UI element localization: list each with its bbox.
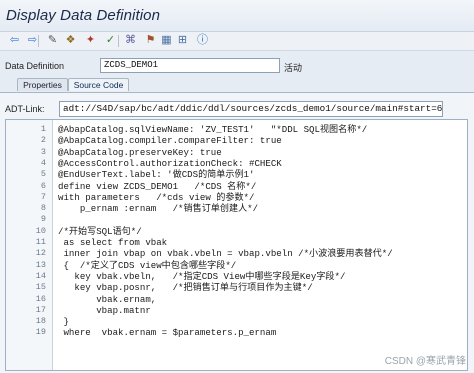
- code-text[interactable]: vbap.matnr: [58, 305, 151, 316]
- code-line: 1 @AbapCatalog.sqlViewName: 'ZV_TEST1' "*…: [6, 124, 467, 135]
- source-code-editor[interactable]: 1 @AbapCatalog.sqlViewName: 'ZV_TEST1' "*…: [5, 119, 468, 371]
- watermark: CSDN @寒武青锋: [384, 356, 466, 367]
- toolbar-separator: [38, 35, 39, 47]
- line-number: 12: [35, 248, 46, 259]
- where-used-icon[interactable]: ⌘: [124, 34, 137, 47]
- line-number: 18: [35, 316, 46, 327]
- code-line: 9: [6, 214, 467, 225]
- title-bar: Display Data Definition: [0, 0, 474, 32]
- code-line: 15 key vbap.posnr, /*把销售订单与行项目作为主键*/: [6, 282, 467, 293]
- code-line: 3 @AbapCatalog.preserveKey: true: [6, 146, 467, 158]
- adt-link-label: ADT-Link:: [5, 104, 45, 114]
- line-number: 1: [40, 124, 46, 134]
- tab-strip: Properties Source Code: [0, 78, 474, 92]
- toolbar-separator: [118, 35, 119, 47]
- line-number: 4: [40, 157, 46, 168]
- code-text[interactable]: key vbap.posnr, /*把销售订单与行项目作为主键*/: [58, 282, 312, 293]
- code-line: 8 p_ernam :ernam /*销售订单创建人*/: [6, 203, 467, 214]
- application-toolbar: ⇦ ⇨ ✎ ❖ ✦ ✓ ⌘ ⚑ ▦ ⊞ ⓘ: [0, 32, 474, 51]
- code-text[interactable]: @AccessControl.authorizationCheck: #CHEC…: [58, 158, 282, 169]
- data-definition-field[interactable]: ZCDS_DEMO1: [100, 58, 280, 73]
- code-text[interactable]: @EndUserText.label: '做CDS的简单示例1': [58, 169, 254, 180]
- code-text[interactable]: { /*定义了CDS view中包含哪些字段*/: [58, 260, 236, 271]
- display-change-icon[interactable]: ✎: [46, 34, 59, 47]
- code-text[interactable]: /*开始写SQL语句*/: [58, 226, 142, 237]
- adt-link-row: ADT-Link: adt://S4D/sap/bc/adt/ddic/ddl/…: [0, 101, 474, 117]
- code-line: 13 { /*定义了CDS view中包含哪些字段*/: [6, 259, 467, 271]
- code-line: 6 define view ZCDS_DEMO1 /*CDS 名称*/: [6, 180, 467, 192]
- data-definition-row: Data Definition ZCDS_DEMO1 活动: [0, 57, 474, 77]
- check-icon[interactable]: ✓: [104, 34, 117, 47]
- other-object-icon[interactable]: ❖: [64, 34, 77, 47]
- line-number: 10: [35, 225, 46, 236]
- code-line: 4 @AccessControl.authorizationCheck: #CHE…: [6, 157, 467, 169]
- line-number: 9: [40, 214, 46, 225]
- code-text[interactable]: p_ernam :ernam /*销售订单创建人*/: [58, 203, 258, 214]
- line-number: 2: [40, 135, 46, 146]
- line-number: 13: [35, 259, 46, 270]
- code-line: 17 vbap.matnr: [6, 304, 467, 316]
- code-line: 16 vbak.ernam,: [6, 293, 467, 305]
- code-text[interactable]: @AbapCatalog.compiler.compareFilter: tru…: [58, 135, 282, 146]
- line-number: 5: [40, 169, 46, 180]
- code-text[interactable]: @AbapCatalog.sqlViewName: 'ZV_TEST1' "*D…: [58, 124, 367, 135]
- code-text[interactable]: as select from vbak: [58, 237, 167, 248]
- code-text[interactable]: where vbak.ernam = $parameters.p_ernam: [58, 327, 276, 338]
- activation-status: 活动: [284, 63, 303, 73]
- display-object-list-icon[interactable]: ▦: [160, 34, 173, 47]
- code-line: 19 where vbak.ernam = $parameters.p_erna…: [6, 327, 467, 338]
- line-number: 11: [35, 237, 46, 247]
- adt-link-field[interactable]: adt://S4D/sap/bc/adt/ddic/ddl/sources/zc…: [59, 101, 443, 117]
- code-line: 18 }: [6, 316, 467, 327]
- code-text[interactable]: key vbak.vbeln, /*指定CDS View中哪些字段是Key字段*…: [58, 271, 345, 282]
- line-number: 7: [40, 191, 46, 202]
- data-definition-label: Data Definition: [5, 61, 65, 71]
- code-text[interactable]: vbak.ernam,: [58, 294, 156, 305]
- activate-icon[interactable]: ✦: [84, 34, 97, 47]
- window-title: Display Data Definition: [6, 7, 161, 24]
- code-line: 7 with parameters /*cds view 的参数*/: [6, 191, 467, 203]
- code-text[interactable]: define view ZCDS_DEMO1 /*CDS 名称*/: [58, 181, 256, 192]
- test-icon[interactable]: ⚑: [144, 34, 157, 47]
- code-line: 11 as select from vbak: [6, 237, 467, 248]
- code-text[interactable]: }: [58, 316, 68, 327]
- info-icon[interactable]: ⓘ: [196, 34, 209, 47]
- line-number: 8: [40, 203, 46, 214]
- code-line: 14 key vbak.vbeln, /*指定CDS View中哪些字段是Key…: [6, 270, 467, 282]
- code-line: 5 @EndUserText.label: '做CDS的简单示例1': [6, 169, 467, 180]
- sap-gui-window: Display Data Definition ⇦ ⇨ ✎ ❖ ✦ ✓ ⌘ ⚑ ▦ ⊞ ⓘ Data…: [0, 0, 474, 373]
- code-line: 2 @AbapCatalog.compiler.compareFilter: tr…: [6, 135, 467, 146]
- code-text[interactable]: with parameters /*cds view 的参数*/: [58, 192, 254, 203]
- code-text[interactable]: @AbapCatalog.preserveKey: true: [58, 147, 222, 158]
- line-number: 17: [35, 304, 46, 315]
- line-number: 16: [35, 293, 46, 304]
- line-number: 14: [35, 270, 46, 281]
- code-text[interactable]: inner join vbap on vbak.vbeln = vbap.vbe…: [58, 248, 392, 259]
- hierarchy-icon[interactable]: ⊞: [176, 34, 189, 47]
- line-number: 15: [35, 282, 46, 293]
- code-line: 12 inner join vbap on vbak.vbeln = vbap.…: [6, 248, 467, 259]
- code-line: 10 /*开始写SQL语句*/: [6, 225, 467, 237]
- line-number: 3: [40, 146, 46, 157]
- line-number: 19: [35, 327, 46, 338]
- back-arrow-icon[interactable]: ⇦: [8, 34, 21, 47]
- line-number: 6: [40, 180, 46, 191]
- tab-source-code[interactable]: Source Code: [68, 78, 129, 91]
- tab-properties[interactable]: Properties: [17, 78, 68, 91]
